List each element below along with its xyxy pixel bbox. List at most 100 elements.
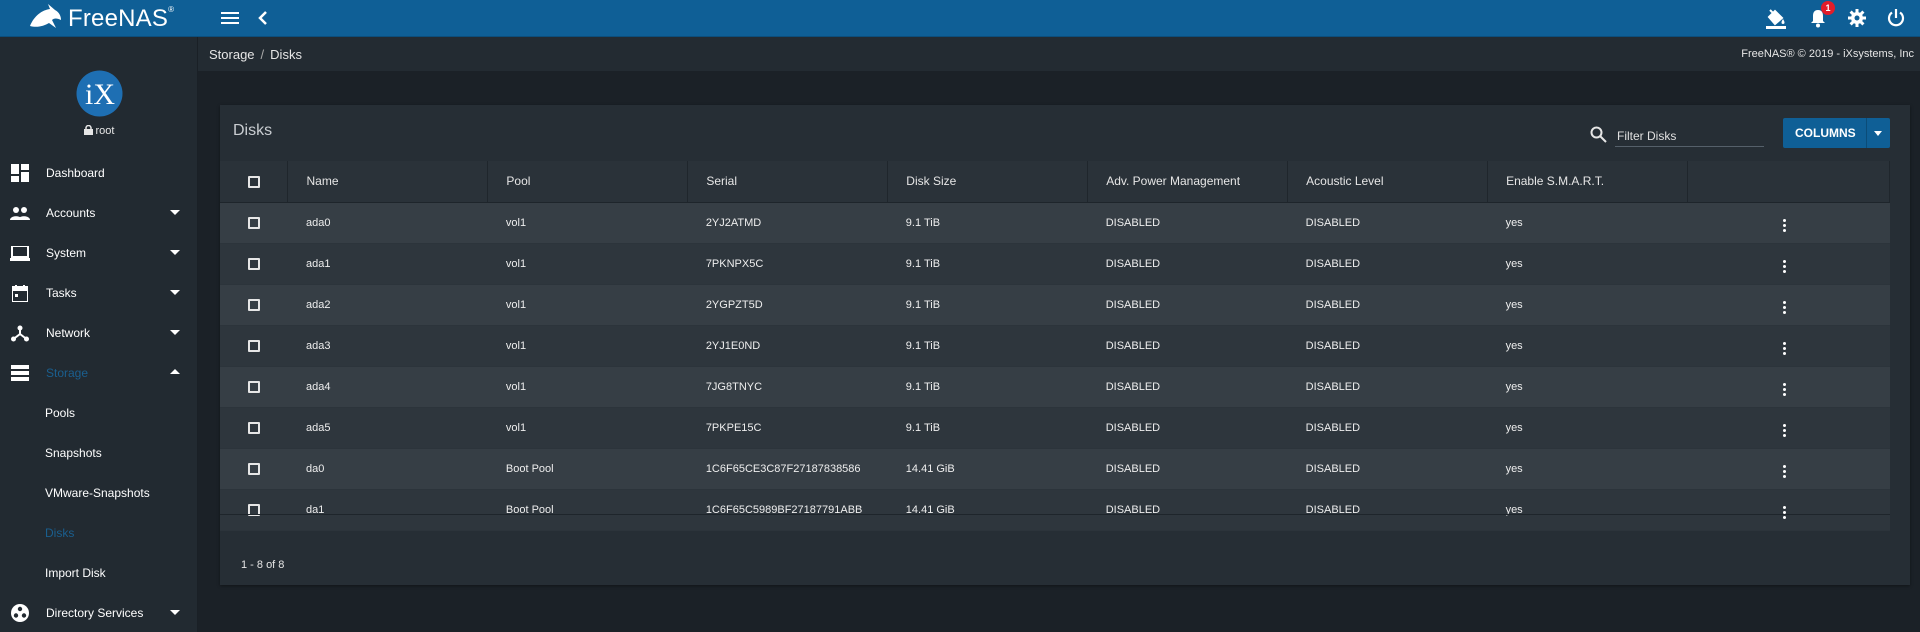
- table-header-row: Name Pool Serial Disk Size Adv. Power Ma…: [220, 161, 1891, 203]
- row-checkbox[interactable]: [248, 339, 260, 352]
- cell-adv-power-management: DISABLED: [1087, 489, 1288, 531]
- top-bar: FreeNAS® 1: [0, 0, 1920, 37]
- sidebar-item-label: Directory Services: [46, 606, 144, 620]
- sidebar-item-system[interactable]: System: [0, 233, 198, 273]
- cell-adv-power-management: DISABLED: [1087, 243, 1288, 285]
- table-row[interactable]: da1 Boot Pool 1C6F65C5989BF27187791ABB 14.4…: [220, 489, 1890, 531]
- sidebar-subitem-import-disk[interactable]: Import Disk: [0, 553, 198, 593]
- sidebar-subitem-snapshots[interactable]: Snapshots: [0, 433, 198, 473]
- power-icon[interactable]: [1884, 6, 1908, 30]
- gear-icon[interactable]: [1845, 6, 1869, 30]
- row-checkbox[interactable]: [248, 257, 260, 270]
- kebab-dot: [1783, 465, 1787, 468]
- more-vert-icon[interactable]: [1783, 219, 1787, 232]
- cell-adv-power-management: DISABLED: [1087, 284, 1288, 326]
- header-disk-size[interactable]: Disk Size: [887, 161, 1089, 203]
- table-row[interactable]: ada5 vol1 7PKPE15C 9.1 TiB DISABLED DISABLED y…: [220, 407, 1890, 449]
- kebab-dot: [1783, 347, 1787, 350]
- disks-table: Name Pool Serial Disk Size Adv. Power Ma…: [220, 161, 1891, 531]
- paint-bucket-icon[interactable]: [1764, 6, 1788, 30]
- breadcrumb-disks: Disks: [270, 47, 302, 62]
- cell-acoustic-level: DISABLED: [1287, 489, 1488, 531]
- row-checkbox[interactable]: [248, 216, 260, 229]
- cell-acoustic-level: DISABLED: [1287, 448, 1488, 490]
- cell-name: ada3: [287, 325, 488, 367]
- row-checkbox[interactable]: [248, 380, 260, 393]
- cell-disk-size: 9.1 TiB: [887, 202, 1088, 244]
- sidebar-item-tasks[interactable]: Tasks: [0, 273, 198, 313]
- chevron-down-icon: [170, 610, 180, 615]
- cell-name: ada5: [287, 407, 488, 449]
- more-vert-icon[interactable]: [1783, 383, 1787, 396]
- sidebar-item-storage[interactable]: Storage: [0, 353, 198, 393]
- kebab-dot: [1783, 306, 1787, 309]
- sidebar-subitem-vmware-snapshots[interactable]: VMware-Snapshots: [0, 473, 198, 513]
- menu-icon[interactable]: [218, 6, 242, 30]
- kebab-dot: [1783, 352, 1787, 355]
- more-vert-icon[interactable]: [1783, 424, 1787, 437]
- calendar-icon: [9, 282, 31, 304]
- columns-button-label: COLUMNS: [1795, 126, 1856, 140]
- page-title: Disks: [233, 122, 273, 139]
- columns-button[interactable]: COLUMNS: [1783, 118, 1890, 148]
- kebab-dot: [1783, 270, 1787, 273]
- sidebar-item-accounts[interactable]: Accounts: [0, 193, 198, 233]
- sidebar-subitem-disks[interactable]: Disks: [0, 513, 198, 553]
- chevron-up-icon: [170, 369, 180, 374]
- more-vert-icon[interactable]: [1783, 260, 1787, 273]
- table-row[interactable]: ada2 vol1 2YGPZT5D 9.1 TiB DISABLED DISABLED y…: [220, 284, 1890, 326]
- kebab-dot: [1783, 229, 1787, 232]
- header-enable-smart[interactable]: Enable S.M.A.R.T.: [1487, 161, 1688, 203]
- table-row[interactable]: ada0 vol1 2YJ2ATMD 9.1 TiB DISABLED DISABLED y…: [220, 202, 1890, 244]
- table-row[interactable]: ada1 vol1 7PKNPX5C 9.1 TiB DISABLED DISABLED y…: [220, 243, 1890, 285]
- kebab-dot: [1783, 475, 1787, 478]
- sidebar-item-label: Tasks: [46, 286, 77, 300]
- cell-enable-smart: yes: [1487, 407, 1688, 449]
- cell-serial: 7PKNPX5C: [687, 243, 888, 285]
- more-vert-icon[interactable]: [1783, 506, 1787, 519]
- sidebar-item-network[interactable]: Network: [0, 313, 198, 353]
- filter-disks-input[interactable]: [1615, 125, 1764, 147]
- header-name[interactable]: Name: [287, 161, 489, 203]
- header-serial[interactable]: Serial: [687, 161, 889, 203]
- cell-acoustic-level: DISABLED: [1287, 407, 1488, 449]
- freenas-logo[interactable]: FreeNAS®: [28, 3, 174, 35]
- header-acoustic-level[interactable]: Acoustic Level: [1287, 161, 1489, 203]
- row-checkbox[interactable]: [248, 298, 260, 311]
- cell-serial: 2YJ1E0ND: [687, 325, 888, 367]
- table-row[interactable]: ada3 vol1 2YJ1E0ND 9.1 TiB DISABLED DISABLED y…: [220, 325, 1890, 367]
- table-row[interactable]: da0 Boot Pool 1C6F65CE3C87F27187838586 14.4…: [220, 448, 1890, 490]
- more-vert-icon[interactable]: [1783, 342, 1787, 355]
- network-icon: [9, 322, 31, 344]
- more-vert-icon[interactable]: [1783, 465, 1787, 478]
- notifications-bell-icon[interactable]: 1: [1806, 1, 1835, 30]
- cell-disk-size: 9.1 TiB: [887, 325, 1088, 367]
- cell-adv-power-management: DISABLED: [1087, 325, 1288, 367]
- row-select-cell: [220, 448, 288, 490]
- row-checkbox[interactable]: [248, 462, 260, 475]
- sidebar: iX root Dashboard Accounts System Tasks …: [0, 37, 198, 632]
- header-pool[interactable]: Pool: [487, 161, 689, 203]
- cell-pool: vol1: [487, 325, 688, 367]
- header-adv-power-management[interactable]: Adv. Power Management: [1087, 161, 1289, 203]
- row-select-cell: [220, 366, 288, 408]
- more-vert-icon[interactable]: [1783, 301, 1787, 314]
- select-all-checkbox[interactable]: [248, 176, 260, 189]
- kebab-dot: [1783, 516, 1787, 519]
- breadcrumb-storage[interactable]: Storage: [209, 47, 255, 62]
- cell-pool: vol1: [487, 407, 688, 449]
- sidebar-item-directory-services[interactable]: Directory Services: [0, 593, 198, 632]
- cell-pool: Boot Pool: [487, 489, 688, 531]
- row-checkbox[interactable]: [248, 421, 260, 434]
- table-row[interactable]: ada4 vol1 7JG8TNYC 9.1 TiB DISABLED DISABLED y…: [220, 366, 1890, 408]
- profile-area: iX root: [0, 37, 197, 147]
- sidebar-item-dashboard[interactable]: Dashboard: [0, 153, 198, 193]
- row-actions-cell: [1687, 407, 1890, 449]
- sidebar-subitem-pools[interactable]: Pools: [0, 393, 198, 433]
- cell-disk-size: 9.1 TiB: [887, 284, 1088, 326]
- cell-pool: vol1: [487, 284, 688, 326]
- caret-down-icon[interactable]: [1874, 131, 1882, 136]
- chevron-down-icon: [170, 210, 180, 215]
- cell-disk-size: 9.1 TiB: [887, 407, 1088, 449]
- chevron-left-icon[interactable]: [251, 6, 275, 30]
